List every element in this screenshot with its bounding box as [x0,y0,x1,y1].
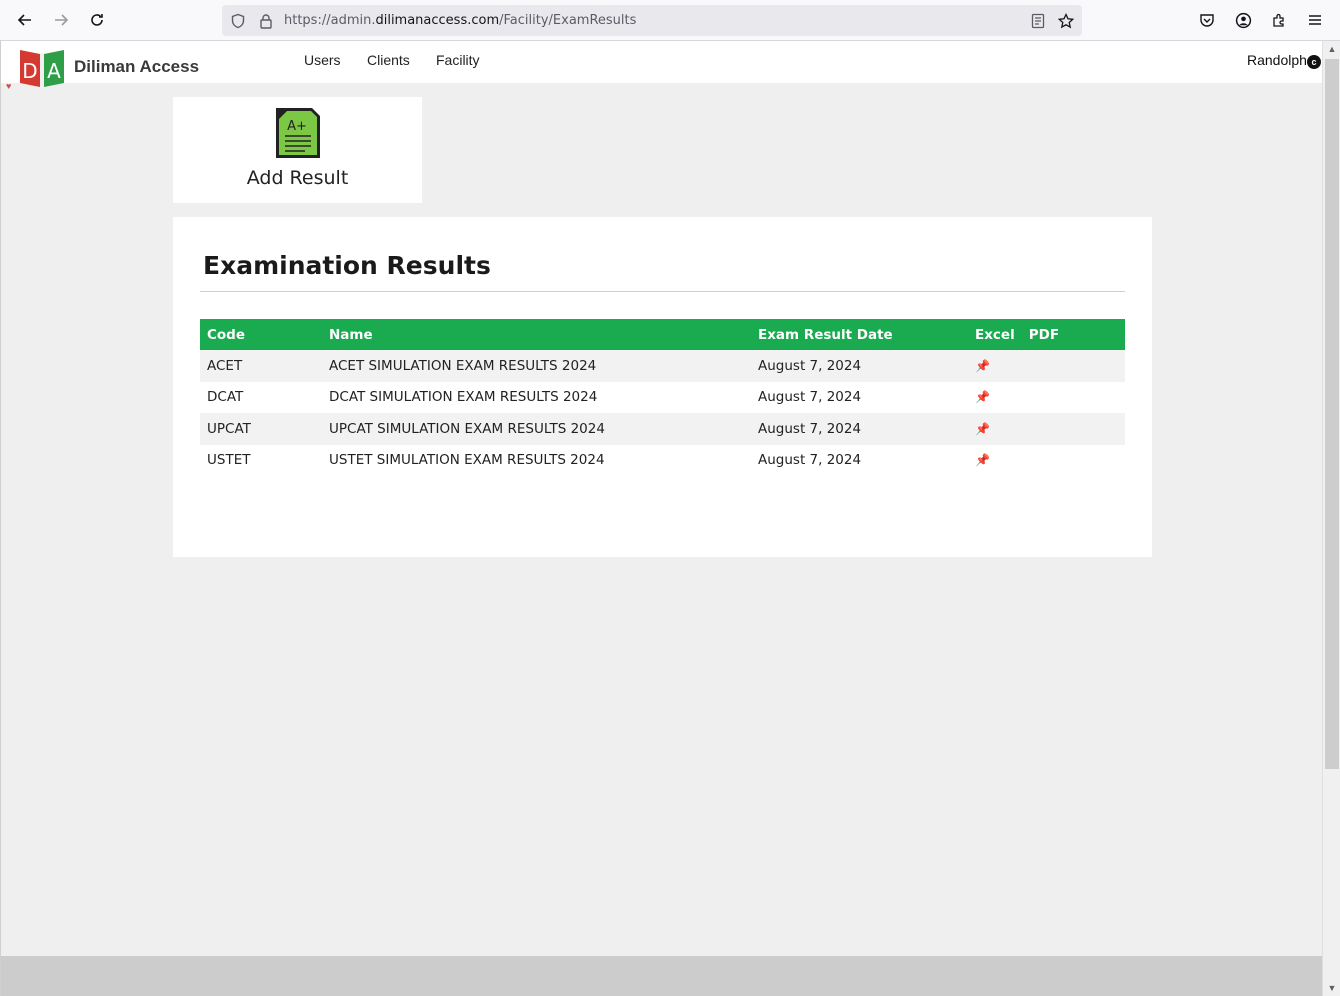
reader-view-icon[interactable] [1028,11,1048,31]
forward-arrow-icon[interactable] [49,8,73,32]
nav-clients[interactable]: Clients [367,52,410,68]
cell-pdf [1022,382,1125,414]
vertical-scrollbar[interactable]: ▲ ▼ [1322,41,1340,996]
back-arrow-icon[interactable] [13,8,37,32]
site-footer [1,956,1322,996]
cell-date: August 7, 2024 [758,389,862,406]
account-icon[interactable] [1232,9,1254,31]
cell-pdf [1022,445,1125,477]
cell-name: ACET SIMULATION EXAM RESULTS 2024 [329,357,597,374]
exam-results-table: Code Name Exam Result Date Excel PDF ACE… [200,319,1125,476]
nav-users[interactable]: Users [304,52,341,68]
column-header-name: Name [329,326,373,343]
pocket-icon[interactable] [1196,9,1218,31]
heart-icon: ♥ [6,81,12,91]
cell-pdf [1022,413,1125,445]
scroll-down-arrow-icon[interactable]: ▼ [1323,980,1340,996]
url-text[interactable]: https://admin.dilimanaccess.com/Facility… [284,13,636,28]
cell-name: DCAT SIMULATION EXAM RESULTS 2024 [329,389,598,406]
svg-text:A: A [47,59,61,83]
scrollbar-thumb[interactable] [1325,59,1339,769]
shield-icon[interactable] [228,11,248,31]
cell-pdf [1022,350,1125,382]
column-header-excel: Excel [975,326,1015,343]
diliman-access-logo[interactable]: D A [17,46,67,88]
svg-text:A+: A+ [287,119,307,134]
column-header-date: Exam Result Date [758,326,893,343]
cell-code: USTET [207,452,251,469]
reload-icon[interactable] [85,8,109,32]
cell-code: UPCAT [207,420,251,437]
cell-excel: 📌 [968,445,1022,477]
address-bar[interactable]: https://admin.dilimanaccess.com/Facility… [222,5,1082,36]
excel-pin-icon[interactable]: 📌 [975,390,990,404]
lock-icon[interactable] [256,11,276,31]
svg-text:D: D [22,59,37,83]
column-header-pdf: PDF [1028,326,1060,343]
cell-excel: 📌 [968,350,1022,382]
page-viewport: D A ♥ Diliman Access Users Clients Facil… [0,41,1322,996]
cell-name: USTET SIMULATION EXAM RESULTS 2024 [329,452,605,469]
cell-date: August 7, 2024 [758,420,862,437]
cell-code: ACET [207,357,243,374]
exam-results-panel: Examination Results Code Name Exam Resul… [173,217,1152,557]
page-title: Examination Results [203,251,491,280]
site-header: D A ♥ Diliman Access Users Clients Facil… [1,41,1322,91]
excel-pin-icon[interactable]: 📌 [975,422,990,436]
column-header-code: Code [207,326,246,343]
table-row: USTET USTET SIMULATION EXAM RESULTS 2024… [200,445,1125,477]
add-result-label: Add Result [246,167,349,189]
cell-date: August 7, 2024 [758,452,862,469]
table-row: UPCAT UPCAT SIMULATION EXAM RESULTS 2024… [200,413,1125,445]
bookmark-star-icon[interactable] [1056,11,1076,31]
table-header-row: Code Name Exam Result Date Excel PDF [200,319,1125,350]
cell-excel: 📌 [968,413,1022,445]
cell-code: DCAT [207,389,244,406]
menu-icon[interactable] [1304,9,1326,31]
user-name[interactable]: Randolph [1247,52,1307,68]
brand-name[interactable]: Diliman Access [74,57,199,77]
nav-facility[interactable]: Facility [436,52,480,68]
excel-pin-icon[interactable]: 📌 [975,453,990,467]
exam-paper-icon: A+ [272,105,324,161]
extensions-icon[interactable] [1268,9,1290,31]
title-divider [200,291,1125,292]
cell-date: August 7, 2024 [758,357,862,374]
browser-toolbar: https://admin.dilimanaccess.com/Facility… [0,0,1340,41]
add-result-card[interactable]: A+ Add Result [173,97,422,203]
table-row: ACET ACET SIMULATION EXAM RESULTS 2024 A… [200,350,1125,382]
table-row: DCAT DCAT SIMULATION EXAM RESULTS 2024 A… [200,382,1125,414]
cell-name: UPCAT SIMULATION EXAM RESULTS 2024 [329,420,605,437]
cell-excel: 📌 [968,382,1022,414]
excel-pin-icon[interactable]: 📌 [975,359,990,373]
scroll-up-arrow-icon[interactable]: ▲ [1323,41,1340,57]
user-avatar-icon[interactable]: c [1307,55,1321,69]
